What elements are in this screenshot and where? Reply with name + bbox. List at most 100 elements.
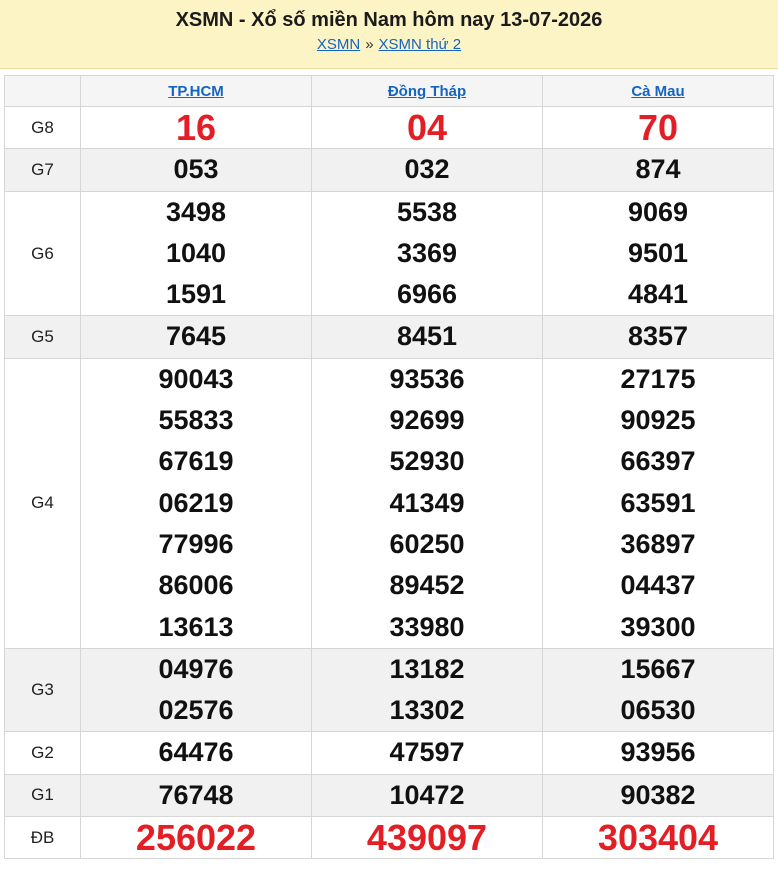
prize-number: 67619	[158, 446, 234, 477]
prize-cell: 256022	[80, 816, 312, 860]
prize-cell: 70	[542, 105, 774, 150]
prize-row-g8: G8 16 04 70	[4, 105, 774, 150]
prize-number: 63591	[620, 487, 696, 518]
prize-number: 3498	[165, 196, 227, 227]
prize-number: 93956	[620, 737, 696, 768]
prize-cell: 27175 90925 66397 63591 36897 04437 39300	[542, 357, 774, 649]
prize-cell: 47597	[311, 731, 543, 775]
prize-number: 032	[404, 154, 450, 185]
prize-number: 90382	[620, 779, 696, 810]
prize-cell: 04976 02576	[80, 647, 312, 733]
prize-cell: 874	[542, 148, 774, 192]
prize-row-g7: G7 053 032 874	[4, 148, 774, 192]
prize-number: 41349	[389, 487, 465, 518]
prize-cell: 053	[80, 148, 312, 192]
prize-cell: 16	[80, 105, 312, 150]
prize-number: 8451	[396, 321, 458, 352]
prize-cell: 04	[311, 105, 543, 150]
prize-number: 86006	[158, 570, 234, 601]
prize-label: G7	[4, 148, 81, 192]
prize-number: 04976	[158, 653, 234, 684]
prize-number: 3369	[396, 237, 458, 268]
province-header-row: TP.HCM Đồng Tháp Cà Mau	[4, 75, 774, 107]
prize-number: 92699	[389, 405, 465, 436]
prize-number: 27175	[620, 363, 696, 394]
prize-label: G2	[4, 731, 81, 775]
prize-label: G5	[4, 315, 81, 359]
province-header: Cà Mau	[542, 75, 774, 107]
results-table: TP.HCM Đồng Tháp Cà Mau G8 16 04 70 G7 053 032…	[4, 75, 774, 860]
prize-cell: 7645	[80, 315, 312, 359]
prize-number: 90925	[620, 405, 696, 436]
prize-cell: 10472	[311, 773, 543, 818]
province-link-tphcm[interactable]: TP.HCM	[168, 83, 224, 100]
breadcrumb-xsmn-link[interactable]: XSMN	[317, 36, 360, 53]
prize-number: 15667	[620, 653, 696, 684]
prize-number: 06530	[620, 695, 696, 726]
prize-number: 52930	[389, 446, 465, 477]
prize-cell: 13182 13302	[311, 647, 543, 733]
prize-cell: 032	[311, 148, 543, 192]
prize-row-g3: G3 04976 02576 13182 13302 15667 06530	[4, 647, 774, 733]
prize-number: 9069	[627, 196, 689, 227]
prize-number: 47597	[389, 737, 465, 768]
prize-number: 9501	[627, 237, 689, 268]
prize-number: 06219	[158, 487, 234, 518]
prize-label: G3	[4, 647, 81, 733]
prize-label: G1	[4, 773, 81, 818]
prize-row-db: ĐB 256022 439097 303404	[4, 816, 774, 860]
breadcrumb-xsmn-thu2-link[interactable]: XSMN thứ 2	[379, 36, 462, 53]
prize-number: 10472	[389, 779, 465, 810]
prize-number: 16	[175, 107, 217, 148]
prize-number: 1591	[165, 279, 227, 310]
prize-cell: 8357	[542, 315, 774, 359]
province-header: TP.HCM	[80, 75, 312, 107]
prize-number: 7645	[165, 321, 227, 352]
prize-number: 439097	[366, 817, 488, 859]
prize-number: 93536	[389, 363, 465, 394]
prize-row-g1: G1 76748 10472 90382	[4, 773, 774, 818]
prize-cell: 90382	[542, 773, 774, 818]
prize-number: 36897	[620, 528, 696, 559]
prize-number: 053	[173, 154, 219, 185]
prize-number: 55833	[158, 405, 234, 436]
prize-label: G8	[4, 105, 81, 150]
prize-label: G4	[4, 357, 81, 649]
prize-row-g5: G5 7645 8451 8357	[4, 315, 774, 359]
prize-cell: 303404	[542, 816, 774, 860]
prize-row-g4: G4 90043 55833 67619 06219 77996 86006 13613 935…	[4, 357, 774, 649]
prize-number: 04437	[620, 570, 696, 601]
prize-number: 6966	[396, 279, 458, 310]
prize-number: 1040	[165, 237, 227, 268]
prize-number: 02576	[158, 695, 234, 726]
corner-cell	[4, 75, 81, 107]
prize-number: 90043	[158, 363, 234, 394]
prize-row-g6: G6 3498 1040 1591 5538 3369 6966 9069 9501 4841	[4, 190, 774, 317]
prize-row-g2: G2 64476 47597 93956	[4, 731, 774, 775]
breadcrumb-separator: »	[365, 36, 374, 53]
province-header: Đồng Tháp	[311, 75, 543, 107]
prize-number: 76748	[158, 779, 234, 810]
prize-number: 13302	[389, 695, 465, 726]
prize-number: 66397	[620, 446, 696, 477]
prize-number: 5538	[396, 196, 458, 227]
prize-number: 39300	[620, 611, 696, 642]
prize-cell: 5538 3369 6966	[311, 190, 543, 317]
prize-label: ĐB	[4, 816, 81, 860]
breadcrumb: XSMN » XSMN thứ 2	[0, 36, 778, 53]
prize-number: 33980	[389, 611, 465, 642]
page-header: XSMN - Xổ số miền Nam hôm nay 13-07-2026…	[0, 0, 778, 69]
prize-number: 8357	[627, 321, 689, 352]
province-link-dong-thap[interactable]: Đồng Tháp	[388, 83, 466, 100]
province-link-ca-mau[interactable]: Cà Mau	[631, 83, 684, 100]
prize-cell: 93536 92699 52930 41349 60250 89452 33980	[311, 357, 543, 649]
prize-cell: 3498 1040 1591	[80, 190, 312, 317]
prize-cell: 90043 55833 67619 06219 77996 86006 13613	[80, 357, 312, 649]
prize-number: 04	[406, 107, 448, 148]
prize-number: 89452	[389, 570, 465, 601]
prize-number: 64476	[158, 737, 234, 768]
prize-label: G6	[4, 190, 81, 317]
prize-number: 256022	[135, 817, 257, 859]
prize-number: 60250	[389, 528, 465, 559]
prize-cell: 93956	[542, 731, 774, 775]
